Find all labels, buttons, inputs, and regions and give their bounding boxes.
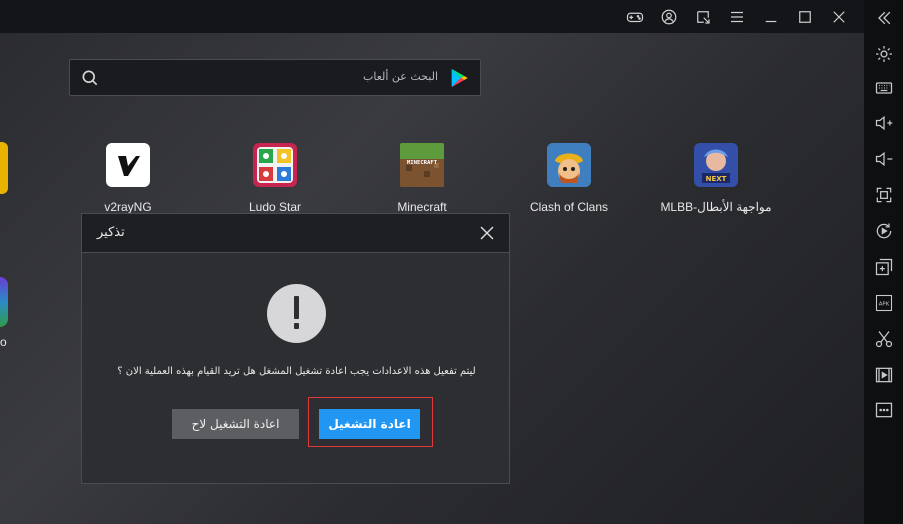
app-ludo-star[interactable]: Ludo Star (215, 143, 335, 214)
partial-app-label: o (0, 335, 7, 349)
menu-icon[interactable] (720, 0, 754, 33)
search-input[interactable]: البحث عن ألعاب (363, 70, 438, 83)
dialog-title: تذكير (97, 225, 125, 240)
right-toolbar: APK (864, 0, 903, 524)
minimize-icon[interactable] (754, 0, 788, 33)
v2rayng-icon[interactable] (106, 143, 150, 187)
resize-icon[interactable] (686, 0, 720, 33)
app-mlbb[interactable]: NEXT MLBB-مواجهة الأبطال (656, 143, 776, 214)
restart-later-button[interactable]: اعادة التشغيل لاح (172, 409, 299, 439)
search-bar[interactable]: البحث عن ألعاب (69, 59, 481, 96)
restart-button[interactable]: اعادة التشغيل (319, 409, 420, 439)
reminder-dialog: تذكير ليتم تفعيل هذه الاعدادات يجب اعادة… (81, 213, 510, 484)
partial-app-icon[interactable] (0, 142, 8, 194)
screenshot-icon[interactable] (864, 321, 903, 357)
minecraft-icon[interactable]: MINECRAFT (400, 143, 444, 187)
app-label: v2rayNG (104, 200, 152, 214)
google-play-icon (451, 68, 468, 88)
mlbb-icon[interactable]: NEXT (694, 143, 738, 187)
svg-text:APK: APK (878, 302, 889, 308)
add-instance-icon[interactable] (864, 249, 903, 285)
gamepad-icon[interactable] (618, 0, 652, 33)
keyboard-icon[interactable] (864, 70, 903, 106)
dialog-close-icon[interactable] (479, 225, 495, 241)
title-bar (0, 0, 864, 33)
fullscreen-icon[interactable] (864, 177, 903, 213)
svg-text:MINECRAFT: MINECRAFT (407, 160, 438, 166)
maximize-icon[interactable] (788, 0, 822, 33)
close-icon[interactable] (822, 0, 856, 33)
volume-down-icon[interactable] (864, 141, 903, 177)
more-icon[interactable] (864, 392, 903, 428)
search-icon[interactable] (80, 68, 100, 88)
app-label: MLBB-مواجهة الأبطال (660, 200, 772, 214)
app-v2rayng[interactable]: v2rayNG (68, 143, 188, 214)
app-label: Ludo Star (248, 200, 302, 214)
app-minecraft[interactable]: MINECRAFT Minecraft (362, 143, 482, 214)
app-label: Clash of Clans (529, 200, 609, 214)
ludo-star-icon[interactable] (253, 143, 297, 187)
account-icon[interactable] (652, 0, 686, 33)
app-label: Minecraft (397, 200, 447, 214)
dialog-message: ليتم تفعيل هذه الاعدادات يجب اعادة تشغيل… (117, 366, 476, 377)
partial-app-icon-2[interactable] (0, 277, 8, 327)
volume-up-icon[interactable] (864, 105, 903, 141)
apk-icon[interactable]: APK (864, 285, 903, 321)
clash-of-clans-icon[interactable] (547, 143, 591, 187)
warning-icon (267, 284, 326, 343)
settings-icon[interactable] (864, 36, 903, 72)
dialog-header: تذكير (82, 214, 509, 253)
rotate-icon[interactable] (864, 213, 903, 249)
emulator-window: APK البحث عن ألعاب o v2rayNG Ludo Star M… (0, 0, 903, 524)
app-clash-of-clans[interactable]: Clash of Clans (509, 143, 629, 214)
svg-text:NEXT: NEXT (706, 175, 727, 183)
record-icon[interactable] (864, 357, 903, 393)
collapse-icon[interactable] (864, 0, 903, 36)
